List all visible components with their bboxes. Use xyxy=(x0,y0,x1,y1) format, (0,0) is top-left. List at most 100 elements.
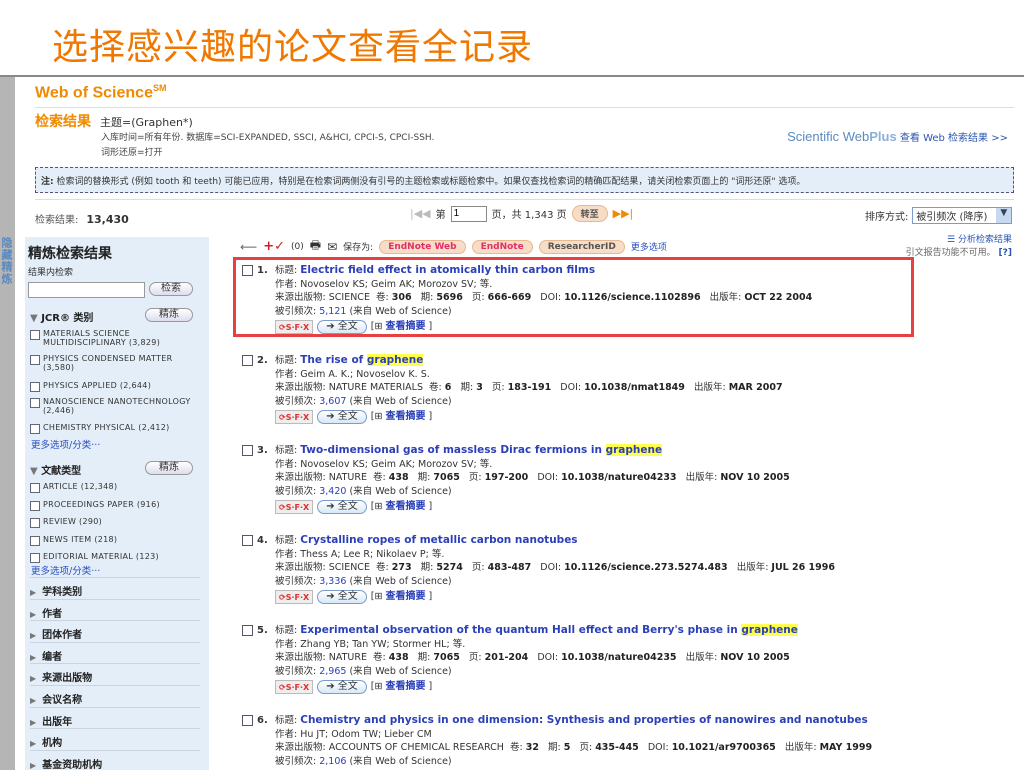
view-abstract-link[interactable]: 查看摘要 xyxy=(385,501,425,512)
facet-item[interactable]: ▶ 出版年 xyxy=(30,706,200,728)
email-icon[interactable]: ✉ xyxy=(327,240,337,254)
jcr-refine-button[interactable]: 精炼 xyxy=(145,308,193,322)
browser-screenshot: Web of ScienceSM 检索结果 主题=(Graphen*) 入库时间… xyxy=(0,75,1024,771)
record-cited: 被引频次: 2,106 (来自 Web of Science) xyxy=(275,756,452,768)
refine-title: 精炼检索结果 xyxy=(28,246,112,262)
doctype-refine-button[interactable]: 精炼 xyxy=(145,461,193,475)
cited-count-link[interactable]: 2,106 xyxy=(319,756,346,767)
doctype-option[interactable]: EDITORIAL MATERIAL (123) xyxy=(30,552,205,563)
analyze-icon: ☰ xyxy=(947,235,956,245)
fulltext-button[interactable]: ➔ 全文 xyxy=(317,499,367,514)
record-checkbox[interactable] xyxy=(242,625,253,636)
doctype-option[interactable]: ARTICLE (12,348) xyxy=(30,482,205,493)
checkbox[interactable] xyxy=(30,424,40,434)
cited-count-link[interactable]: 3,336 xyxy=(319,576,346,587)
view-abstract-link[interactable]: 查看摘要 xyxy=(385,591,425,602)
facet-item[interactable]: ▶ 机构 xyxy=(30,728,200,749)
jcr-option[interactable]: NANOSCIENCE NANOTECHNOLOGY (2,446) xyxy=(30,397,205,415)
doctype-option[interactable]: PROCEEDINGS PAPER (916) xyxy=(30,500,205,511)
endnote-web-button[interactable]: EndNote Web xyxy=(379,239,466,254)
cited-count-link[interactable]: 3,420 xyxy=(319,486,346,497)
view-abstract-link[interactable]: 查看摘要 xyxy=(385,681,425,692)
jcr-more-link[interactable]: 更多选项/分类··· xyxy=(31,437,100,451)
sfx-button[interactable]: ⟳S·F·X xyxy=(275,589,314,604)
next-last-page-icon[interactable]: ▶▶| xyxy=(613,207,634,220)
cited-count-link[interactable]: 2,965 xyxy=(319,666,346,677)
facet-item[interactable]: ▶ 来源出版物 xyxy=(30,663,200,684)
first-page-icon[interactable]: |◀◀ xyxy=(410,207,431,220)
arrow-right-icon: ➔ xyxy=(326,680,335,692)
doctype-heading[interactable]: ▼ 文献类型 xyxy=(30,462,81,477)
doctype-option[interactable]: REVIEW (290) xyxy=(30,517,205,528)
record-title-link[interactable]: Crystalline ropes of metallic carbon nan… xyxy=(300,534,577,546)
record-checkbox[interactable] xyxy=(242,715,253,726)
sfx-button[interactable]: ⟳S·F·X xyxy=(275,679,314,694)
record-title-link[interactable]: Chemistry and physics in one dimension: … xyxy=(300,714,867,726)
webplus-link-text: 查看 Web 检索结果 >> xyxy=(899,133,1008,144)
webplus-link[interactable]: Scientific WebPlus 查看 Web 检索结果 >> xyxy=(787,129,1008,144)
checkbox[interactable] xyxy=(30,355,40,365)
go-button[interactable]: 转至 xyxy=(571,205,608,222)
more-options-link[interactable]: 更多选项 xyxy=(631,240,667,253)
checkbox[interactable] xyxy=(30,398,40,408)
doctype-more-link[interactable]: 更多选项/分类··· xyxy=(31,563,100,577)
citation-report-note: 引文报告功能不可用。 xyxy=(905,248,996,258)
sfx-button[interactable]: ⟳S·F·X xyxy=(275,409,314,424)
cited-count-link[interactable]: 3,607 xyxy=(319,396,346,407)
analyze-link[interactable]: 分析检索结果 xyxy=(958,235,1012,245)
facet-item[interactable]: ▶ 作者 xyxy=(30,598,200,620)
record-title-link[interactable]: Experimental observation of the quantum … xyxy=(300,624,798,636)
view-abstract-link[interactable]: 查看摘要 xyxy=(385,411,425,422)
checkbox[interactable] xyxy=(30,483,40,493)
left-strip xyxy=(0,77,15,770)
note-text: 检索词的替换形式 (例如 tooth 和 teeth) 可能已应用，特别是在检索… xyxy=(56,177,806,187)
facet-item[interactable]: ▶ 编者 xyxy=(30,641,200,663)
sort-label: 排序方式: xyxy=(865,212,909,223)
doctype-option[interactable]: NEWS ITEM (218) xyxy=(30,535,205,546)
facet-item[interactable]: ▶ 会议名称 xyxy=(30,685,200,706)
select-arrow-icon: ⟵ xyxy=(240,239,258,254)
checkbox[interactable] xyxy=(30,518,40,528)
hide-refine-tab[interactable]: 隐藏精炼 xyxy=(0,237,14,285)
expand-icon: ▶ xyxy=(30,696,37,705)
print-icon[interactable]: 🖶 xyxy=(310,236,321,257)
jcr-option[interactable]: PHYSICS APPLIED (2,644) xyxy=(30,381,205,392)
checkbox[interactable] xyxy=(30,382,40,392)
researcherid-button[interactable]: ResearcherID xyxy=(538,239,625,254)
checkbox[interactable] xyxy=(30,553,40,563)
jcr-option[interactable]: MATERIALS SCIENCE MULTIDISCIPLINARY (3,8… xyxy=(30,329,205,347)
jcr-option[interactable]: CHEMISTRY PHYSICAL (2,412) xyxy=(30,423,205,434)
record-checkbox[interactable] xyxy=(242,355,253,366)
page-input[interactable] xyxy=(450,205,487,222)
fulltext-button[interactable]: ➔ 全文 xyxy=(317,409,367,424)
search-within-input[interactable] xyxy=(28,282,145,298)
record-authors: 作者: Geim A. K.; Novoselov K. S. xyxy=(275,368,430,380)
divider xyxy=(35,107,1014,108)
sort-select[interactable]: 被引频次 (降序) ▼ xyxy=(912,207,1013,224)
record-title-link[interactable]: The rise of graphene xyxy=(300,354,424,366)
checkbox[interactable] xyxy=(30,500,40,511)
fulltext-button[interactable]: ➔ 全文 xyxy=(317,589,367,604)
record-source: 来源出版物: SCIENCE 卷: 273 期: 5274 页: 483-487… xyxy=(275,562,835,574)
record-title-link[interactable]: Two-dimensional gas of massless Dirac fe… xyxy=(300,444,663,456)
jcr-option[interactable]: PHYSICS CONDENSED MATTER (3,580) xyxy=(30,354,205,372)
fulltext-button[interactable]: ➔ 全文 xyxy=(317,679,367,694)
facet-item[interactable]: ▶ 团体作者 xyxy=(30,620,200,641)
facet-item[interactable]: ▶ 学科类别 xyxy=(30,577,200,598)
checkbox[interactable] xyxy=(30,535,40,546)
endnote-button[interactable]: EndNote xyxy=(471,239,533,254)
sfx-button[interactable]: ⟳S·F·X xyxy=(275,499,314,514)
search-within-button[interactable]: 检索 xyxy=(149,282,193,296)
record-checkbox[interactable] xyxy=(242,445,253,456)
expand-plus-icon: ⊞ xyxy=(374,410,383,422)
checkbox[interactable] xyxy=(30,330,40,340)
wos-logo[interactable]: Web of ScienceSM xyxy=(35,83,166,102)
marked-list-icon[interactable]: +✓ xyxy=(263,239,285,254)
record-checkbox[interactable] xyxy=(242,535,253,546)
help-link[interactable]: [?] xyxy=(999,248,1012,258)
expand-icon: ▶ xyxy=(30,674,37,684)
slide-title: 选择感兴趣的论文查看全记录 xyxy=(52,27,534,68)
marked-count: (0) xyxy=(291,241,304,252)
jcr-heading[interactable]: ▼ JCR® 类别 xyxy=(30,309,93,324)
record-source: 来源出版物: ACCOUNTS OF CHEMICAL RESEARCH 卷: … xyxy=(275,742,873,754)
